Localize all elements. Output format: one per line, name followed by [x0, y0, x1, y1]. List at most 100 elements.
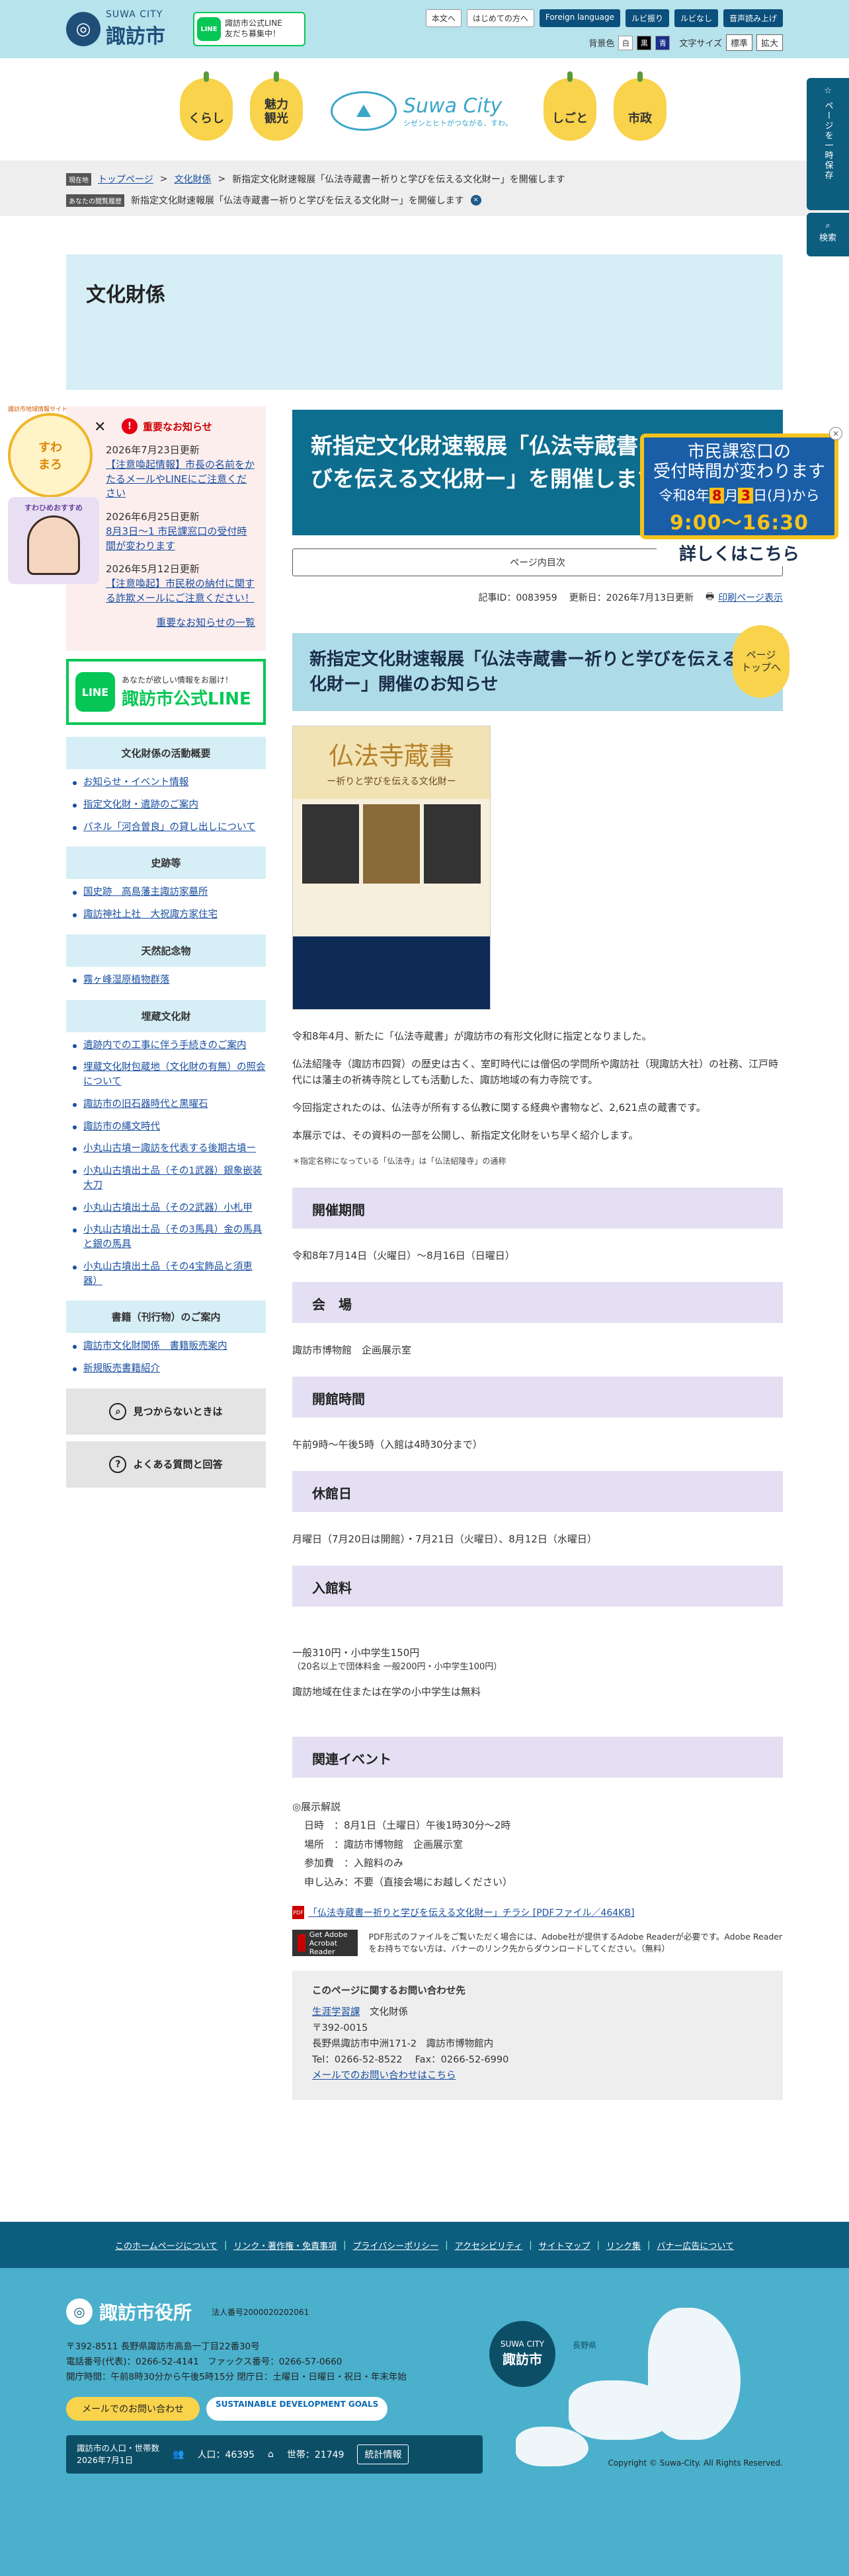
ruby-on-button[interactable]: ルビ振り — [625, 9, 669, 27]
sidebar-link[interactable]: 指定文化財・遺跡のご案内 — [83, 800, 198, 810]
footer-link[interactable]: バナー広告について — [657, 2239, 734, 2252]
fee-group-line: （20名以上で団体料金 一般200円・小中学生100円） — [292, 1662, 503, 1673]
printer-icon: 🖶 — [706, 591, 715, 602]
first-visit-button[interactable]: はじめての方へ — [466, 9, 534, 27]
sidebar-link[interactable]: 諏訪市の縄文時代 — [83, 1121, 160, 1132]
fee-line: 一般310円・小中学生150円 — [292, 1647, 420, 1659]
line-badge-text: 諏訪市公式LINE 友だち募集中！ — [225, 19, 282, 38]
save-page-tab[interactable]: ☆ ページを一時保存 — [807, 78, 849, 210]
adobe-reader-notice: Get Adobe Acrobat Reader PDF形式のファイルをご覧いた… — [292, 1930, 783, 1957]
sidebar-link[interactable]: 小丸山古墳ー諏訪を代表する後期古墳ー — [83, 1143, 256, 1154]
sidebar-link[interactable]: パネル「河合曽良」の貸し出しについて — [83, 822, 256, 833]
sidebar-link[interactable]: 諏訪神社上社 大祝諏方家住宅 — [83, 909, 218, 920]
adobe-reader-badge[interactable]: Get Adobe Acrobat Reader — [292, 1930, 358, 1957]
font-standard-button[interactable]: 標準 — [725, 34, 752, 51]
service-hours-popup[interactable]: 市民課窓口の 受付時間が変わります 令和8年 8 月 3 日(月)から 9:00〜16:… — [640, 434, 838, 566]
sidebar-link[interactable]: 小丸山古墳出土品（その2武器）小札甲 — [83, 1203, 253, 1213]
close-icon[interactable]: ✕ — [94, 419, 106, 436]
footer-link[interactable]: リンク集 — [606, 2239, 641, 2252]
footer-link[interactable]: アクセシビリティ — [455, 2239, 523, 2252]
list-item: 諏訪神社上社 大祝諏方家住宅 — [71, 908, 266, 923]
ruby-off-button[interactable]: ルビなし — [674, 9, 718, 27]
footer-link[interactable]: このホームページについて — [115, 2239, 218, 2252]
footer-link[interactable]: サイトマップ — [539, 2239, 590, 2252]
site-logo[interactable]: ◎ SUWA CITY 諏訪市 — [66, 9, 165, 49]
list-item: 小丸山古墳出土品（その2武器）小札甲 — [71, 1201, 266, 1216]
suwahime-widget[interactable]: すわひめおすすめ — [8, 497, 99, 584]
list-item: 遺跡内での工事に伴う手続きのご案内 — [71, 1039, 266, 1053]
mountain-lake-icon: ⛰ — [331, 91, 397, 131]
line-friends-badge[interactable]: LINE 諏訪市公式LINE 友だち募集中！ — [193, 12, 305, 46]
notice-more-link[interactable]: 重要なお知らせの一覧 — [106, 615, 255, 629]
read-aloud-button[interactable]: 音声読み上げ — [723, 9, 783, 27]
footer-address: 〒392-8511 長野県諏訪市高島一丁目22番30号 — [66, 2341, 260, 2352]
popup-details-button[interactable]: 詳しくはこちら — [657, 539, 822, 566]
event-poster-image[interactable]: 仏法寺蔵書 ー祈りと学びを伝える文化財ー — [292, 726, 491, 1010]
list-item: お知らせ・イベント情報 — [71, 776, 266, 790]
skip-to-content-button[interactable]: 本文へ — [425, 9, 462, 27]
faq-button[interactable]: ? よくある質問と回答 — [66, 1441, 266, 1488]
breadcrumb-current: 新指定文化財速報展「仏法寺蔵書ー祈りと学びを伝える文化財ー」を開催します — [232, 174, 565, 185]
search-tab[interactable]: ⌕ 検索 — [807, 213, 849, 256]
current-location-tag: 現在地 — [66, 172, 91, 186]
notice-link[interactable]: 【注意喚起】市民税の納付に関する詐欺メールにご注意ください！ — [106, 578, 255, 604]
statistics-button[interactable]: 統計情報 — [357, 2444, 409, 2464]
fee-free-line: 諏訪地域在住または在学の小中学生は無料 — [292, 1685, 481, 1698]
logo-small-text: SUWA CITY — [106, 9, 163, 20]
search-icon: ⌕ — [825, 221, 830, 231]
font-large-button[interactable]: 拡大 — [756, 34, 783, 51]
line-official-banner[interactable]: LINE あなたが欲しい情報をお届け！ 諏訪市公式LINE — [66, 659, 266, 725]
line-banner-main: 諏訪市公式LINE — [122, 689, 251, 709]
sidebar-link[interactable]: 小丸山古墳出土品（その3馬具）金の馬具と銀の馬具 — [83, 1225, 262, 1250]
nav-shigoto[interactable]: しごと — [544, 71, 596, 141]
page-top-button[interactable]: ページ トップへ — [733, 625, 789, 698]
sdgs-badge[interactable]: SUSTAINABLE DEVELOPMENT GOALS — [206, 2396, 388, 2421]
foreign-language-button[interactable]: Foreign language — [539, 9, 620, 27]
sidebar-link[interactable]: 諏訪市文化財関係 書籍販売案内 — [83, 1341, 227, 1351]
sidebar-link[interactable]: お知らせ・イベント情報 — [83, 777, 188, 788]
pdf-link[interactable]: 「仏法寺蔵書ー祈りと学びを伝える文化財ー」チラシ [PDFファイル／464KB] — [308, 1906, 634, 1919]
sidebar-link[interactable]: 小丸山古墳出土品（その4宝飾品と須恵器） — [83, 1262, 253, 1287]
nav-miryoku-kanko[interactable]: 魅力 観光 — [250, 71, 303, 141]
poster-subtitle: ー祈りと学びを伝える文化財ー — [327, 777, 456, 787]
notice-link[interactable]: 【注意喚起情報】市長の名前をかたるメールやLINEにご注意ください — [106, 459, 255, 500]
bg-black-swatch[interactable]: 黒 — [637, 35, 652, 50]
not-found-button[interactable]: ⌕ 見つからないときは — [66, 1388, 266, 1435]
stats-date: 2026年7月1日 — [77, 2454, 134, 2465]
nav-kurashi[interactable]: くらし — [180, 71, 233, 141]
notice-link[interactable]: 8月3日〜1 市民課窓口の受付時間が変わります — [106, 525, 247, 552]
sidebar-link[interactable]: 霧ヶ峰湿原植物群落 — [83, 975, 170, 985]
footnote: ＊指定名称になっている「仏法寺」は「仏法紹隆寺」の通称 — [292, 1156, 506, 1166]
sidebar-link[interactable]: 諏訪市の旧石器時代と黒曜石 — [83, 1099, 208, 1110]
footer-link[interactable]: プライバシーポリシー — [352, 2239, 438, 2252]
list-item: 新規販売書籍紹介 — [71, 1362, 266, 1377]
suwa-city-brand: ⛰ Suwa City シゼンとヒトがつながる、すわ。 — [331, 91, 512, 131]
pdf-download: PDF 「仏法寺蔵書ー祈りと学びを伝える文化財ー」チラシ [PDFファイル／46… — [292, 1906, 783, 1920]
contact-mail-link[interactable]: メールでのお問い合わせはこちら — [312, 2070, 456, 2081]
nav-shisei[interactable]: 市政 — [614, 71, 667, 141]
main-content: 新指定文化財速報展「仏法寺蔵書ー祈りと学びを伝える文化財ー」を開催します ページ… — [292, 410, 783, 2101]
footer-mail-button[interactable]: メールでのお問い合わせ — [66, 2396, 200, 2421]
close-icon[interactable]: × — [829, 427, 842, 440]
contact-dept-link[interactable]: 生涯学習課 — [312, 2007, 360, 2018]
popup-line1: 市民課窓口の — [687, 442, 791, 462]
breadcrumb-top[interactable]: トップページ — [98, 172, 153, 186]
sidebar-link[interactable]: 埋蔵文化財包蔵地（文化財の有無）の照会について — [83, 1062, 266, 1087]
print-link[interactable]: 印刷ページ表示 — [718, 591, 783, 604]
sidebar-link[interactable]: 新規販売書籍紹介 — [83, 1363, 160, 1374]
breadcrumb-bunkazai[interactable]: 文化財係 — [174, 172, 211, 186]
mascot-widget[interactable]: 諏訪市地域情報サイト すわ まろ ✕ — [8, 404, 107, 498]
list-item: 諏訪市の旧石器時代と黒曜石 — [71, 1098, 266, 1112]
star-icon: ☆ — [824, 86, 832, 96]
bg-blue-swatch[interactable]: 青 — [655, 35, 670, 50]
population-stats: 諏訪市の人口・世帯数 2026年7月1日 👥 人口：46395 ⌂ 世帯：2174… — [66, 2435, 483, 2474]
sidebar-link[interactable]: 国史跡 高島藩主諏訪家墓所 — [83, 887, 208, 897]
history-item[interactable]: 新指定文化財速報展「仏法寺蔵書ー祈りと学びを伝える文化財ー」を開催します — [131, 194, 464, 207]
sidebar-link[interactable]: 小丸山古墳出土品（その1武器）銀象嵌装大刀 — [83, 1166, 262, 1191]
article-heading: 新指定文化財速報展「仏法寺蔵書ー祈りと学びを伝える文化財ー」開催のお知らせ — [292, 633, 783, 711]
bg-white-swatch[interactable]: 白 — [618, 35, 633, 50]
footer-link[interactable]: リンク・著作権・免責事項 — [233, 2239, 337, 2252]
copyright: Copyright © Suwa-City. All Rights Reserv… — [608, 2458, 783, 2468]
close-icon[interactable]: × — [470, 195, 481, 206]
sidebar-link[interactable]: 遺跡内での工事に伴う手続きのご案内 — [83, 1040, 247, 1051]
